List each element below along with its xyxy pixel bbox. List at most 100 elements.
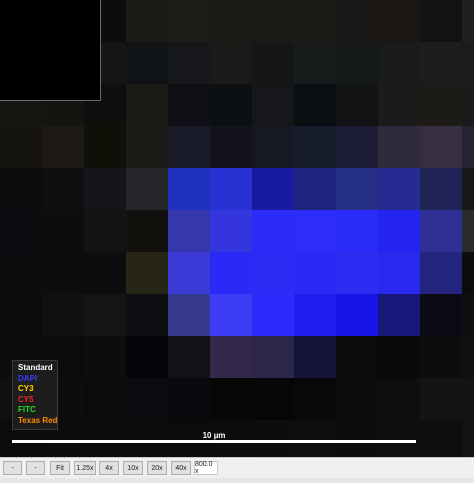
image-pixel	[126, 210, 168, 252]
image-pixel	[168, 0, 210, 42]
image-pixel	[210, 252, 252, 294]
image-pixel	[252, 126, 294, 168]
image-pixel	[126, 168, 168, 210]
image-pixel	[0, 252, 42, 294]
image-pixel	[168, 336, 210, 378]
zoom-out-button[interactable]: -	[3, 461, 22, 475]
image-pixel	[210, 126, 252, 168]
image-pixel	[462, 0, 474, 42]
image-pixel	[168, 378, 210, 420]
image-pixel	[42, 210, 84, 252]
image-pixel	[252, 42, 294, 84]
image-pixel	[420, 84, 462, 126]
image-pixel	[294, 210, 336, 252]
image-pixel	[294, 84, 336, 126]
zoom-step-button[interactable]: -	[26, 461, 45, 475]
legend-item-cy5[interactable]: CY5	[18, 395, 54, 406]
image-pixel	[210, 378, 252, 420]
image-pixel	[84, 210, 126, 252]
image-pixel	[378, 42, 420, 84]
image-pixel	[252, 168, 294, 210]
image-pixel	[378, 126, 420, 168]
image-pixel	[0, 126, 42, 168]
image-pixel	[378, 210, 420, 252]
zoom-level-readout[interactable]: 800.0 x	[194, 461, 218, 475]
image-pixel	[252, 0, 294, 42]
image-pixel	[420, 378, 462, 420]
image-pixel	[84, 294, 126, 336]
legend-item-standard[interactable]: Standard	[18, 363, 54, 374]
image-pixel	[0, 210, 42, 252]
image-pixel	[84, 378, 126, 420]
image-pixel	[462, 336, 474, 378]
scalebar	[12, 440, 416, 443]
image-pixel	[294, 126, 336, 168]
image-pixel	[378, 378, 420, 420]
image-pixel	[126, 294, 168, 336]
zoom-fit-button[interactable]: Fit	[50, 461, 70, 475]
image-pixel	[294, 0, 336, 42]
image-pixel	[336, 126, 378, 168]
image-pixel	[42, 294, 84, 336]
image-pixel	[168, 210, 210, 252]
image-pixel	[126, 252, 168, 294]
image-pixel	[0, 168, 42, 210]
image-pixel	[252, 84, 294, 126]
image-pixel	[462, 210, 474, 252]
image-pixel	[420, 336, 462, 378]
image-pixel	[378, 0, 420, 42]
zoom-4x-button[interactable]: 4x	[99, 461, 119, 475]
image-viewer[interactable]: Standard DAPI CY3 CY5 FITC Texas Red 10 …	[0, 0, 474, 457]
image-pixel	[336, 42, 378, 84]
image-pixel	[378, 252, 420, 294]
image-pixel	[420, 0, 462, 42]
image-pixel	[294, 252, 336, 294]
image-pixel	[420, 42, 462, 84]
image-pixel	[462, 420, 474, 457]
image-pixel	[168, 126, 210, 168]
image-pixel	[0, 294, 42, 336]
zoom-10x-button[interactable]: 10x	[123, 461, 143, 475]
legend-item-dapi[interactable]: DAPI	[18, 374, 54, 385]
image-pixel	[210, 210, 252, 252]
image-pixel	[420, 252, 462, 294]
image-pixel	[168, 168, 210, 210]
image-pixel	[462, 378, 474, 420]
image-pixel	[252, 252, 294, 294]
image-pixel	[462, 168, 474, 210]
image-pixel	[462, 294, 474, 336]
image-pixel	[294, 294, 336, 336]
overview-thumbnail[interactable]	[0, 0, 101, 101]
image-pixel	[210, 42, 252, 84]
image-pixel	[336, 378, 378, 420]
image-pixel	[42, 168, 84, 210]
image-pixel	[294, 378, 336, 420]
legend-item-fitc[interactable]: FITC	[18, 405, 54, 416]
image-pixel	[210, 0, 252, 42]
image-pixel	[168, 252, 210, 294]
image-pixel	[378, 84, 420, 126]
image-pixel	[126, 84, 168, 126]
image-pixel	[252, 336, 294, 378]
image-pixel	[84, 126, 126, 168]
image-pixel	[210, 336, 252, 378]
image-pixel	[462, 252, 474, 294]
image-pixel	[378, 294, 420, 336]
zoom-40x-button[interactable]: 40x	[171, 461, 191, 475]
image-pixel	[126, 42, 168, 84]
image-pixel	[462, 42, 474, 84]
image-pixel	[336, 252, 378, 294]
zoom-1-25x-button[interactable]: 1.25x	[74, 461, 96, 475]
legend-item-cy3[interactable]: CY3	[18, 384, 54, 395]
legend-item-texas-red[interactable]: Texas Red	[18, 416, 57, 427]
image-pixel	[420, 420, 462, 457]
image-pixel	[420, 294, 462, 336]
image-pixel	[126, 126, 168, 168]
image-pixel	[126, 0, 168, 42]
image-pixel	[126, 336, 168, 378]
image-pixel	[336, 210, 378, 252]
horizontal-scrollbar[interactable]	[0, 478, 474, 483]
image-pixel	[168, 84, 210, 126]
zoom-20x-button[interactable]: 20x	[147, 461, 167, 475]
image-pixel	[336, 336, 378, 378]
